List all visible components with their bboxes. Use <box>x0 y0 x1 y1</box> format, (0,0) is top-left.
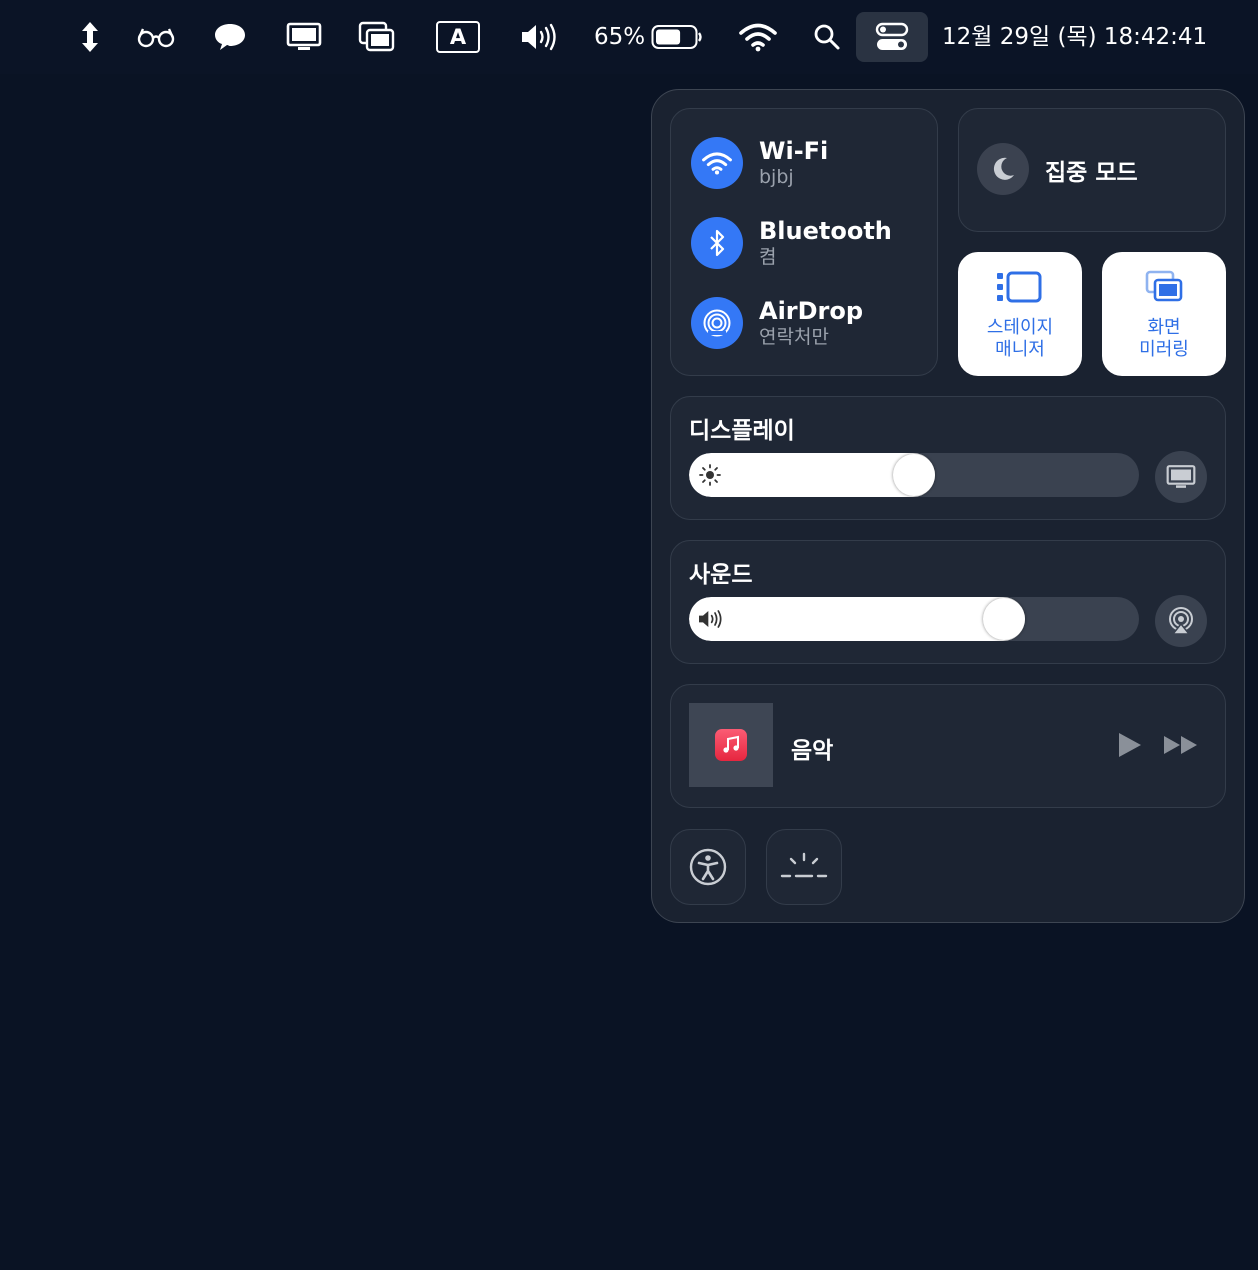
menu-bar: A 65% 12월 29일 (목) 18:42:41 <box>0 0 1258 74</box>
now-playing-tile: 음악 <box>670 684 1226 808</box>
volume-knob[interactable] <box>983 598 1025 640</box>
album-art[interactable] <box>689 703 773 787</box>
keyboard-brightness-tile[interactable] <box>766 829 842 905</box>
display-settings-icon[interactable] <box>1155 451 1207 503</box>
wifi-row[interactable]: Wi-Fi bjbj <box>691 137 828 189</box>
accessibility-shortcuts-tile[interactable] <box>670 829 746 905</box>
menubar-clock[interactable]: 12월 29일 (목) 18:42:41 <box>942 12 1207 62</box>
accessibility-icon <box>689 848 727 886</box>
stage-manager-label-2: 매니저 <box>995 339 1045 360</box>
glasses-icon[interactable] <box>134 12 178 62</box>
screen-mirroring-tile[interactable]: 화면 미러링 <box>1102 252 1226 376</box>
battery-percent[interactable]: 65% <box>594 12 645 62</box>
now-playing-title: 음악 <box>791 738 834 764</box>
volume-icon[interactable] <box>518 12 562 62</box>
volume-slider[interactable] <box>689 597 1139 641</box>
keyboard-brightness-icon <box>780 852 828 878</box>
bluetooth-row[interactable]: Bluetooth 켬 <box>691 217 892 269</box>
speech-bubble-icon[interactable] <box>210 12 250 62</box>
control-center-icon[interactable] <box>874 12 910 62</box>
stage-manager-tile[interactable]: 스테이지 매니저 <box>958 252 1082 376</box>
focus-mode-tile[interactable]: 집중 모드 <box>958 108 1226 232</box>
battery-icon[interactable] <box>650 12 704 62</box>
network-tile: Wi-Fi bjbj Bluetooth 켬 AirDrop 연락처만 <box>670 108 938 376</box>
screen-mirroring-icon[interactable] <box>356 12 398 62</box>
bluetooth-title: Bluetooth <box>759 217 892 245</box>
airdrop-status: 연락처만 <box>759 326 829 348</box>
wifi-title: Wi-Fi <box>759 137 829 165</box>
stage-manager-label-1: 스테이지 <box>986 317 1054 338</box>
wifi-network-name: bjbj <box>759 166 794 188</box>
sound-tile: 사운드 <box>670 540 1226 664</box>
airplay-audio-icon[interactable] <box>1155 595 1207 647</box>
bluetooth-status: 켬 <box>759 246 777 268</box>
screen-mirroring-tile-icon <box>1145 270 1185 308</box>
wifi-toggle-icon[interactable] <box>691 137 743 189</box>
screen-mirroring-label-2: 미러링 <box>1139 339 1189 360</box>
fast-forward-icon[interactable] <box>1163 735 1199 759</box>
display-tile: 디스플레이 <box>670 396 1226 520</box>
sun-icon <box>699 464 721 490</box>
brightness-knob[interactable] <box>893 454 935 496</box>
wifi-icon[interactable] <box>738 12 778 62</box>
speaker-icon <box>697 608 725 634</box>
moon-icon <box>977 143 1029 195</box>
airdrop-toggle-icon[interactable] <box>691 297 743 349</box>
input-source-label: A <box>436 21 480 53</box>
screen-mirroring-label-1: 화면 <box>1147 317 1181 338</box>
play-icon[interactable] <box>1117 731 1143 763</box>
stage-manager-icon <box>996 271 1044 309</box>
search-icon[interactable] <box>810 12 844 62</box>
bluetooth-toggle-icon[interactable] <box>691 217 743 269</box>
display-title: 디스플레이 <box>689 418 795 444</box>
input-source-icon[interactable]: A <box>434 12 482 62</box>
sound-title: 사운드 <box>689 562 753 588</box>
volume-fill <box>689 597 1025 641</box>
scroll-arrows-icon[interactable] <box>74 12 106 62</box>
focus-mode-label: 집중 모드 <box>1045 160 1138 186</box>
music-app-icon <box>715 729 747 761</box>
airdrop-title: AirDrop <box>759 297 864 325</box>
brightness-slider[interactable] <box>689 453 1139 497</box>
control-center-panel: Wi-Fi bjbj Bluetooth 켬 AirDrop 연락처만 집중 모… <box>651 89 1245 923</box>
airdrop-row[interactable]: AirDrop 연락처만 <box>691 297 863 349</box>
display-icon[interactable] <box>284 12 324 62</box>
